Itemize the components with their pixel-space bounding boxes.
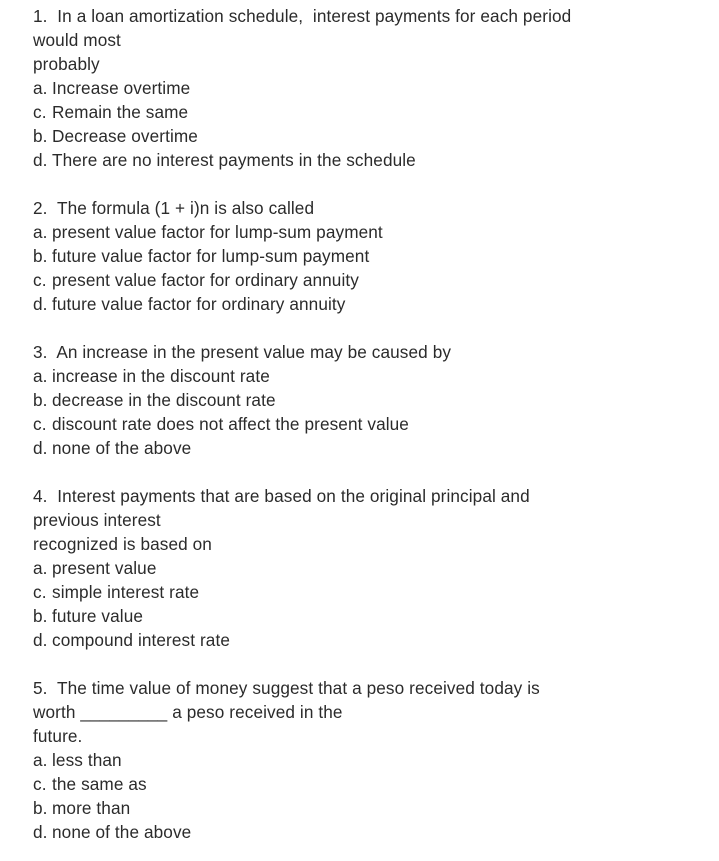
option-row[interactable]: d. compound interest rate: [33, 628, 711, 652]
option-text: simple interest rate: [52, 582, 200, 602]
question-stem-line: worth _________ a peso received in the: [33, 702, 343, 722]
question-stem-line: recognized is based on: [33, 534, 212, 554]
option-letter: a.: [33, 558, 48, 578]
question-block: 5. The time value of money suggest that …: [33, 676, 711, 844]
option-row[interactable]: a. present value factor for lump-sum paym…: [33, 220, 711, 244]
option-text: future value: [52, 606, 144, 626]
question-stem-line: previous interest: [33, 510, 161, 530]
option-row[interactable]: c. simple interest rate: [33, 580, 711, 604]
option-text: Decrease overtime: [52, 126, 198, 146]
question-stem-first-line: 1. In a loan amortization schedule, inte…: [33, 6, 572, 26]
question-stem-line: future.: [33, 726, 83, 746]
option-text: discount rate does not affect the presen…: [52, 414, 409, 434]
option-letter: a.: [33, 366, 48, 386]
option-letter: c.: [33, 414, 47, 434]
option-letter: a.: [33, 78, 48, 98]
question-block: 4. Interest payments that are based on t…: [33, 484, 711, 652]
question-block: 3. An increase in the present value may …: [33, 340, 711, 460]
question-block: 1. In a loan amortization schedule, inte…: [33, 4, 711, 172]
option-letter: b.: [33, 246, 48, 266]
option-letter: b.: [33, 606, 48, 626]
question-stem-first-line: 2. The formula (1 + i)n is also called: [33, 198, 315, 218]
option-row[interactable]: a. Increase overtime: [33, 76, 711, 100]
option-row[interactable]: c. the same as: [33, 772, 711, 796]
option-text: less than: [52, 750, 122, 770]
option-letter: b.: [33, 798, 48, 818]
option-text: Increase overtime: [52, 78, 191, 98]
option-row[interactable]: d. future value factor for ordinary annui…: [33, 292, 711, 316]
option-row[interactable]: d. none of the above: [33, 820, 711, 844]
option-text: future value factor for lump-sum payment: [52, 246, 370, 266]
question-stem-first-line: 3. An increase in the present value may …: [33, 342, 452, 362]
option-text: Remain the same: [52, 102, 189, 122]
option-row[interactable]: a. increase in the discount rate: [33, 364, 711, 388]
option-text: present value factor for ordinary annuit…: [52, 270, 359, 290]
option-letter: a.: [33, 750, 48, 770]
option-letter: d.: [33, 150, 48, 170]
question-stem-first-line: 5. The time value of money suggest that …: [33, 678, 540, 698]
quiz-question-list: 1. In a loan amortization schedule, inte…: [33, 4, 711, 844]
option-letter: a.: [33, 222, 48, 242]
option-text: compound interest rate: [52, 630, 230, 650]
option-text: more than: [52, 798, 131, 818]
option-letter: c.: [33, 774, 47, 794]
option-row[interactable]: c. present value factor for ordinary annu…: [33, 268, 711, 292]
option-row[interactable]: b. future value factor for lump-sum payme…: [33, 244, 711, 268]
option-row[interactable]: b. Decrease overtime: [33, 124, 711, 148]
option-letter: d.: [33, 822, 48, 842]
option-text: future value factor for ordinary annuity: [52, 294, 346, 314]
question-stem-first-line: 4. Interest payments that are based on t…: [33, 486, 530, 506]
option-row[interactable]: b. more than: [33, 796, 711, 820]
question-stem-line: would most: [33, 30, 121, 50]
option-letter: d.: [33, 438, 48, 458]
option-text: increase in the discount rate: [52, 366, 270, 386]
option-text: none of the above: [52, 822, 192, 842]
option-text: none of the above: [52, 438, 192, 458]
option-row[interactable]: a. less than: [33, 748, 711, 772]
option-row[interactable]: c. discount rate does not affect the pres…: [33, 412, 711, 436]
option-text: the same as: [52, 774, 147, 794]
option-letter: b.: [33, 126, 48, 146]
option-row[interactable]: a. present value: [33, 556, 711, 580]
option-row[interactable]: b. decrease in the discount rate: [33, 388, 711, 412]
option-letter: c.: [33, 102, 47, 122]
option-letter: d.: [33, 294, 48, 314]
question-block: 2. The formula (1 + i)n is also called a.…: [33, 196, 711, 316]
option-row[interactable]: d. none of the above: [33, 436, 711, 460]
option-text: There are no interest payments in the sc…: [52, 150, 416, 170]
option-row[interactable]: d. There are no interest payments in the …: [33, 148, 711, 172]
option-letter: c.: [33, 582, 47, 602]
option-letter: c.: [33, 270, 47, 290]
question-stem-line: probably: [33, 54, 100, 74]
option-text: decrease in the discount rate: [52, 390, 276, 410]
option-row[interactable]: b. future value: [33, 604, 711, 628]
option-text: present value: [52, 558, 157, 578]
option-text: present value factor for lump-sum paymen…: [52, 222, 383, 242]
option-letter: b.: [33, 390, 48, 410]
option-letter: d.: [33, 630, 48, 650]
document-page: 1. In a loan amortization schedule, inte…: [0, 0, 719, 861]
option-row[interactable]: c. Remain the same: [33, 100, 711, 124]
